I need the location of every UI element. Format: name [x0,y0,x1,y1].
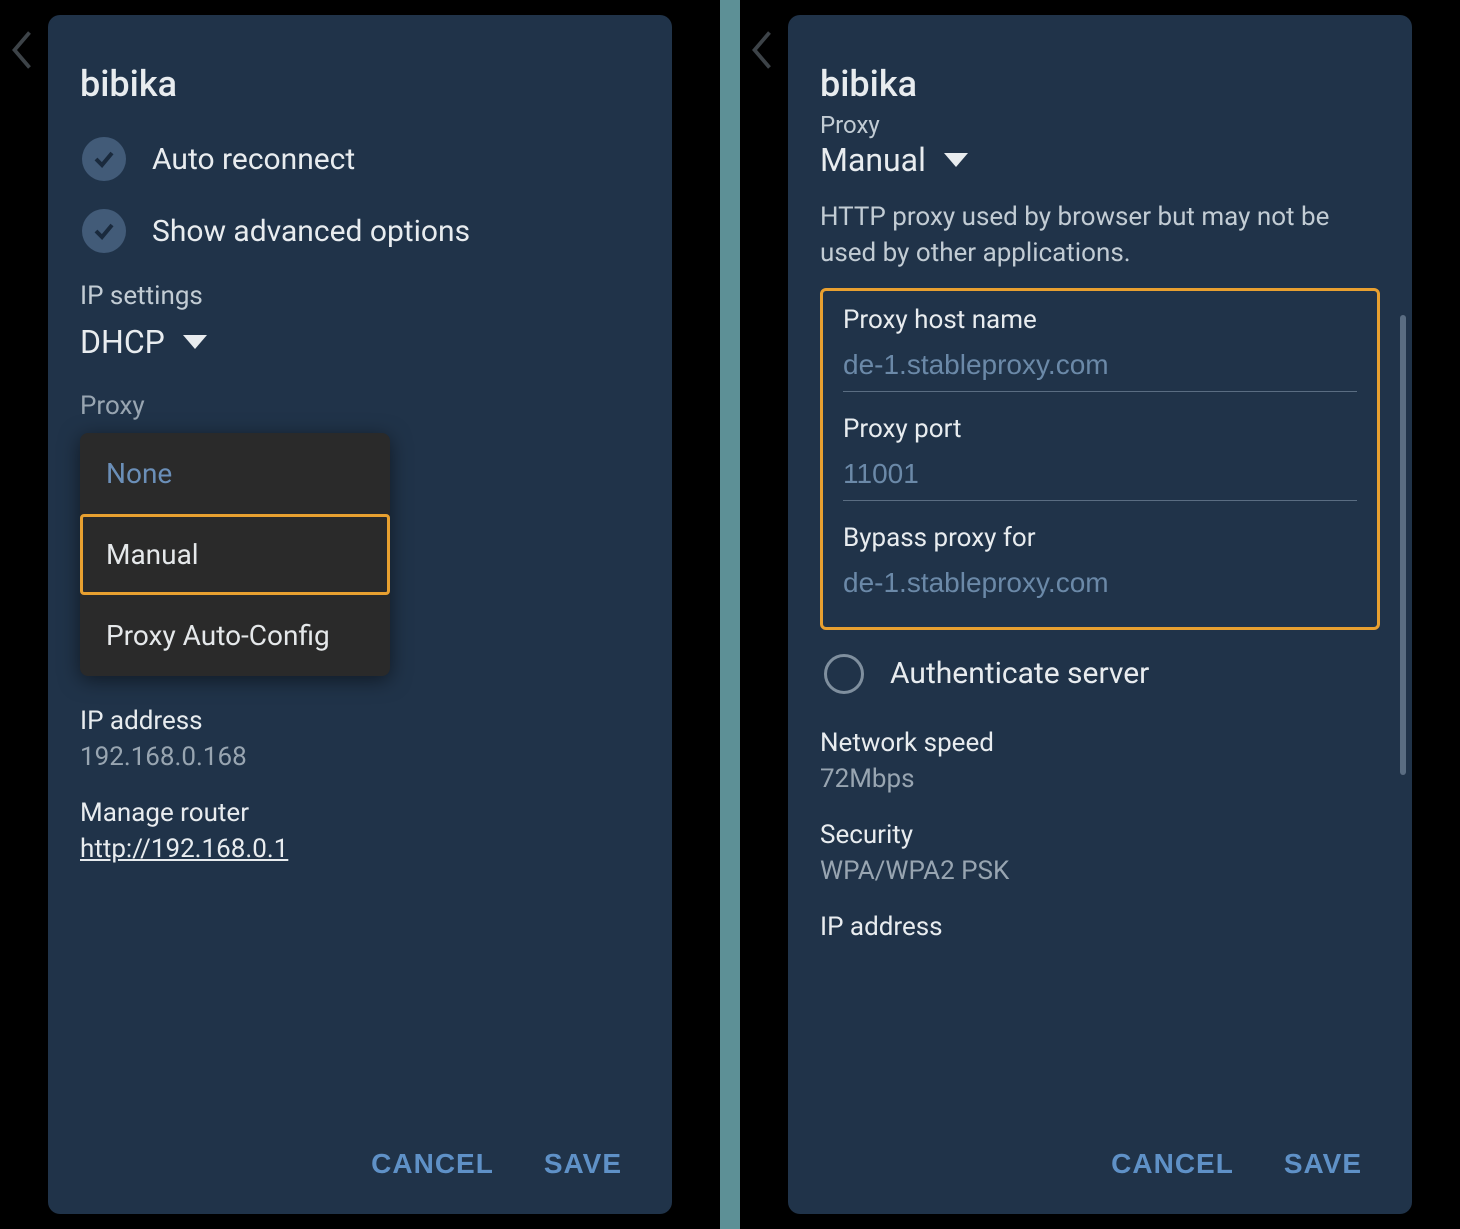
radio-icon [824,654,864,694]
ip-address-label: IP address [80,706,640,736]
back-chevron-icon [8,30,36,74]
show-advanced-label: Show advanced options [152,214,470,249]
save-button[interactable]: SAVE [544,1148,622,1180]
network-speed-value: 72Mbps [820,764,1380,794]
proxy-port-label: Proxy port [843,414,1357,444]
proxy-host-input[interactable] [843,345,1357,392]
right-panel: bibika Proxy Manual HTTP proxy used by b… [740,0,1460,1229]
bypass-label: Bypass proxy for [843,523,1357,553]
checkmark-icon [82,209,126,253]
manage-router-block[interactable]: Manage router http://192.168.0.1 [80,798,640,864]
bypass-proxy-field: Bypass proxy for [843,523,1357,609]
proxy-helper-text: HTTP proxy used by browser but may not b… [820,199,1380,272]
proxy-option-pac[interactable]: Proxy Auto-Config [80,595,390,676]
ip-settings-value: DHCP [80,323,165,361]
proxy-port-field: Proxy port [843,414,1357,501]
chevron-down-icon [944,153,968,167]
ip-settings-dropdown[interactable]: DHCP [80,323,640,361]
dialog-title: bibika [80,63,640,105]
network-speed-block: Network speed 72Mbps [820,728,1380,794]
proxy-option-none[interactable]: None [80,433,390,514]
ip-settings-label: IP settings [80,281,640,311]
chevron-down-icon [183,335,207,349]
dialog-actions: CANCEL SAVE [80,1120,640,1214]
wifi-proxy-dialog: bibika Proxy Manual HTTP proxy used by b… [788,15,1412,1214]
proxy-port-input[interactable] [843,454,1357,501]
bypass-input[interactable] [843,563,1357,609]
proxy-section-label: Proxy [820,111,1380,139]
authenticate-server-row[interactable]: Authenticate server [824,654,1380,694]
ip-address-label: IP address [820,912,1380,942]
manage-router-link[interactable]: http://192.168.0.1 [80,834,640,864]
back-chevron-icon [748,30,776,74]
proxy-value: Manual [820,141,926,179]
proxy-option-manual[interactable]: Manual [80,514,390,595]
security-value: WPA/WPA2 PSK [820,856,1380,886]
save-button[interactable]: SAVE [1284,1148,1362,1180]
wifi-settings-dialog: bibika Auto reconnect Show advanced opti… [48,15,672,1214]
checkmark-icon [82,137,126,181]
proxy-fields-group: Proxy host name Proxy port Bypass proxy … [820,288,1380,630]
left-panel: bibika Auto reconnect Show advanced opti… [0,0,720,1229]
dialog-title: bibika [820,63,1380,105]
cancel-button[interactable]: CANCEL [1111,1148,1234,1180]
manage-router-label: Manage router [80,798,640,828]
authenticate-server-label: Authenticate server [890,656,1149,691]
cancel-button[interactable]: CANCEL [371,1148,494,1180]
panel-divider [720,0,740,1229]
network-speed-label: Network speed [820,728,1380,758]
ip-address-block: IP address 192.168.0.168 [80,706,640,772]
proxy-label: Proxy [80,391,640,421]
proxy-dropdown[interactable]: Manual [820,141,1380,179]
proxy-host-field: Proxy host name [843,305,1357,392]
ip-address-value: 192.168.0.168 [80,742,640,772]
dialog-actions: CANCEL SAVE [820,1120,1380,1214]
auto-reconnect-row[interactable]: Auto reconnect [82,137,640,181]
proxy-host-label: Proxy host name [843,305,1357,335]
proxy-dropdown-menu: None Manual Proxy Auto-Config [80,433,390,676]
auto-reconnect-label: Auto reconnect [152,142,355,177]
security-label: Security [820,820,1380,850]
security-block: Security WPA/WPA2 PSK [820,820,1380,886]
scrollbar[interactable] [1400,315,1406,775]
show-advanced-row[interactable]: Show advanced options [82,209,640,253]
